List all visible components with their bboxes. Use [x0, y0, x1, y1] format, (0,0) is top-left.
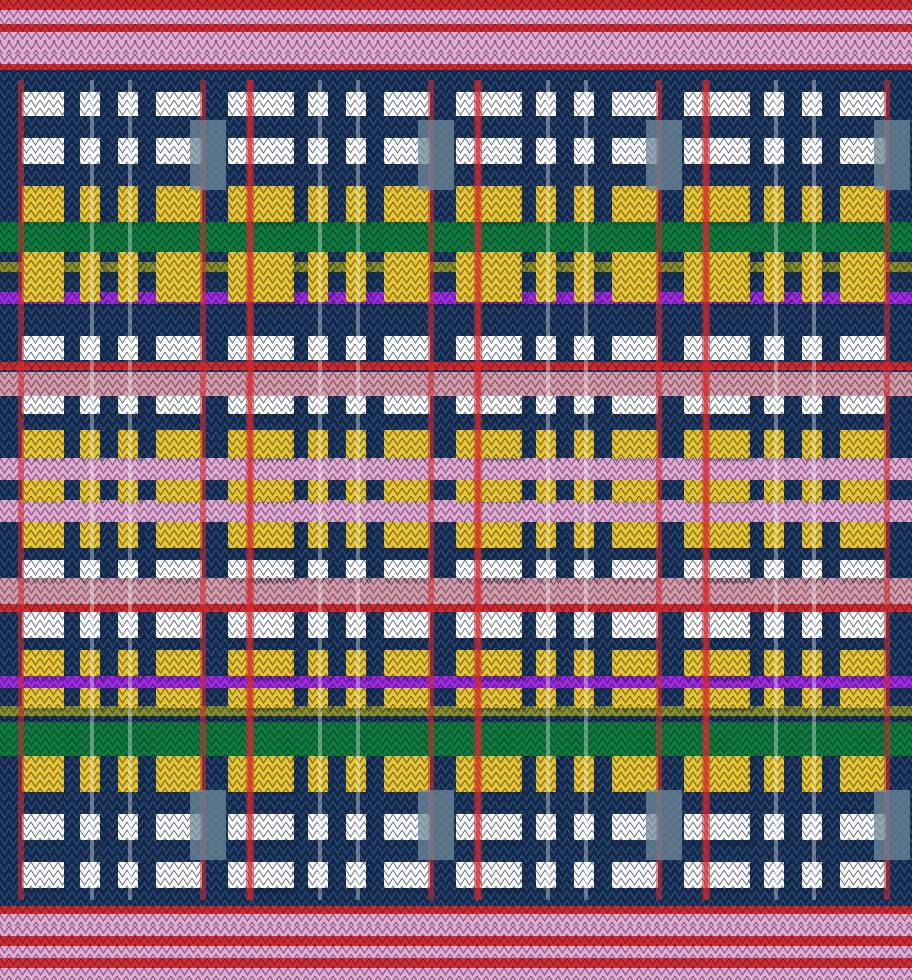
band-red-2 [0, 23, 912, 33]
band-pink-25 [0, 967, 912, 980]
block-white-0 [21, 91, 68, 117]
block-yellow-178 [611, 251, 658, 309]
block-white-103 [383, 335, 430, 361]
block-white-83 [383, 91, 430, 117]
slate-overlay-12 [418, 120, 454, 190]
block-yellow-255 [839, 251, 886, 309]
block-white-183 [611, 335, 658, 361]
block-yellow-264 [705, 429, 752, 463]
block-yellow-148 [383, 755, 430, 797]
block-yellow-90 [249, 185, 296, 227]
block-white-243 [839, 91, 886, 117]
vstripe-red-14 [474, 80, 480, 900]
block-yellow-38 [155, 479, 202, 505]
knitted-plaid-pattern [0, 0, 912, 980]
block-white-20 [21, 335, 68, 361]
block-yellow-228 [611, 755, 658, 797]
block-yellow-170 [477, 185, 524, 227]
block-yellow-35 [21, 479, 68, 505]
vstripe-white-24 [812, 80, 816, 900]
block-yellow-98 [383, 251, 430, 309]
block-yellow-18 [155, 251, 202, 309]
vstripe-white-23 [774, 80, 778, 900]
block-yellow-288 [705, 687, 752, 713]
block-yellow-292 [705, 755, 752, 797]
block-yellow-30 [21, 429, 68, 463]
vstripe-white-10 [318, 80, 322, 900]
block-yellow-118 [383, 479, 430, 505]
block-yellow-140 [249, 687, 296, 713]
block-yellow-115 [249, 479, 296, 505]
block-yellow-145 [249, 755, 296, 797]
block-yellow-13 [155, 185, 202, 227]
slate-overlay-19 [646, 120, 682, 190]
block-yellow-291 [839, 687, 886, 713]
block-yellow-173 [611, 185, 658, 227]
vstripe-red-22 [884, 80, 890, 900]
block-yellow-271 [839, 479, 886, 505]
block-yellow-15 [21, 251, 68, 309]
block-yellow-33 [155, 429, 202, 463]
slate-overlay-20 [646, 790, 682, 860]
block-yellow-175 [477, 251, 524, 309]
band-red-19 [0, 905, 912, 915]
block-yellow-110 [249, 429, 296, 463]
block-white-259 [839, 335, 886, 361]
vstripe-red-8 [428, 80, 434, 900]
vstripe-white-4 [128, 80, 132, 900]
vstripe-red-15 [656, 80, 662, 900]
block-yellow-68 [155, 755, 202, 797]
slate-overlay-5 [190, 120, 226, 190]
block-yellow-267 [839, 429, 886, 463]
block-yellow-198 [611, 479, 658, 505]
vstripe-white-11 [356, 80, 360, 900]
block-yellow-60 [21, 687, 68, 713]
slate-overlay-25 [874, 120, 910, 190]
block-yellow-252 [705, 251, 752, 309]
band-pink-1 [0, 9, 912, 27]
block-white-23 [155, 335, 202, 361]
block-yellow-65 [21, 755, 68, 797]
block-white-100 [249, 335, 296, 361]
block-yellow-195 [477, 479, 524, 505]
block-yellow-248 [705, 185, 752, 227]
block-yellow-190 [477, 429, 524, 463]
vstripe-red-0 [18, 80, 24, 900]
block-yellow-113 [383, 429, 430, 463]
vstripe-red-1 [200, 80, 206, 900]
block-yellow-225 [477, 755, 524, 797]
vstripe-white-17 [546, 80, 550, 900]
vstripe-white-3 [90, 80, 94, 900]
block-yellow-63 [155, 687, 202, 713]
block-white-163 [611, 91, 658, 117]
block-white-80 [249, 91, 296, 117]
vstripe-white-18 [584, 80, 588, 900]
block-yellow-143 [383, 687, 430, 713]
vstripe-red-7 [246, 80, 252, 900]
block-white-180 [477, 335, 524, 361]
block-yellow-10 [21, 185, 68, 227]
block-yellow-220 [477, 687, 524, 713]
block-yellow-223 [611, 687, 658, 713]
block-yellow-251 [839, 185, 886, 227]
block-white-3 [155, 91, 202, 117]
vstripe-red-21 [702, 80, 708, 900]
slate-overlay-6 [190, 790, 226, 860]
block-yellow-268 [705, 479, 752, 505]
block-yellow-295 [839, 755, 886, 797]
slate-overlay-26 [874, 790, 910, 860]
block-yellow-93 [383, 185, 430, 227]
block-white-240 [705, 91, 752, 117]
block-yellow-193 [611, 429, 658, 463]
slate-overlay-13 [418, 790, 454, 860]
block-yellow-95 [249, 251, 296, 309]
band-red-6 [0, 63, 912, 73]
block-white-256 [705, 335, 752, 361]
block-white-160 [477, 91, 524, 117]
